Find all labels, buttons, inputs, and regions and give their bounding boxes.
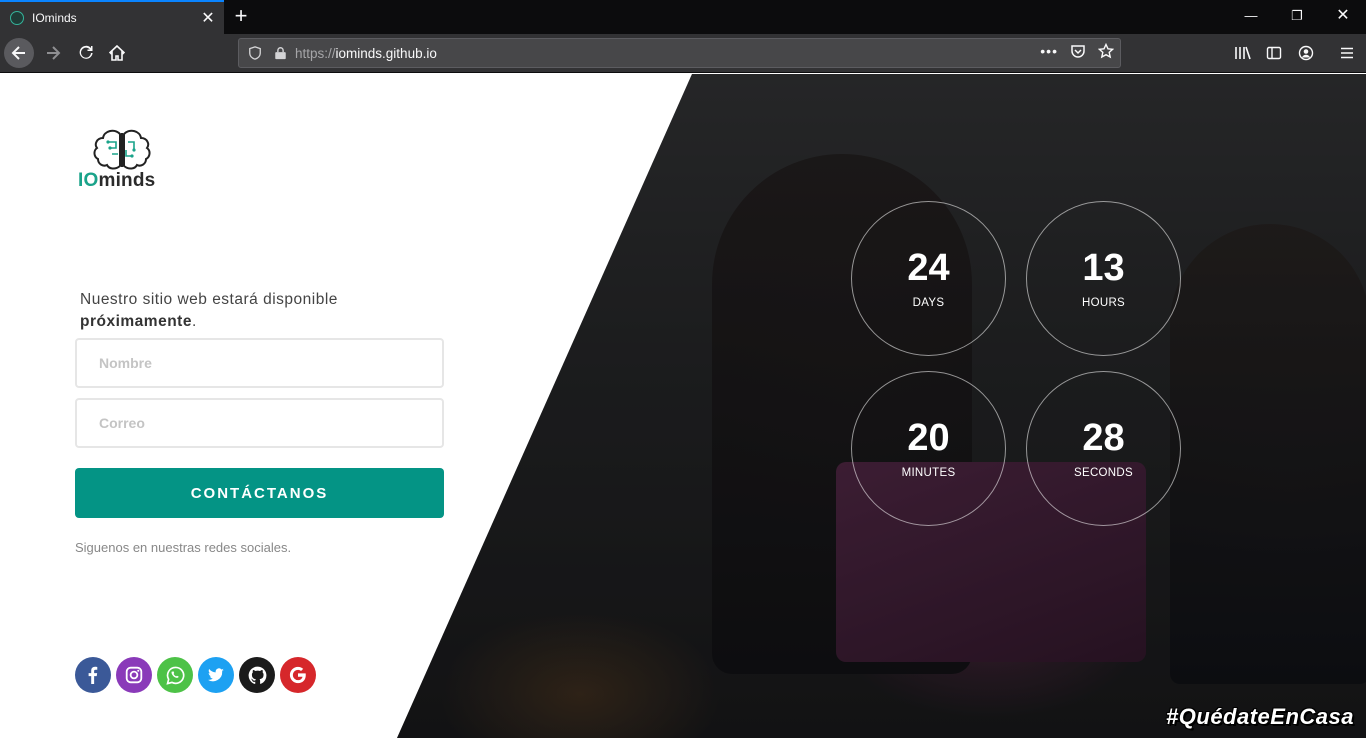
back-arrow-icon	[11, 46, 25, 60]
close-tab-icon[interactable]: ✕	[196, 8, 220, 28]
email-input[interactable]	[75, 398, 444, 448]
account-icon[interactable]	[1295, 42, 1317, 64]
close-window-icon[interactable]: ✕	[1320, 0, 1366, 32]
bookmark-star-icon[interactable]	[1098, 43, 1114, 59]
name-input[interactable]	[75, 338, 444, 388]
browser-tab[interactable]: IOminds ✕	[0, 0, 224, 34]
hours-value: 13	[1082, 247, 1125, 289]
site-favicon-icon	[10, 11, 24, 25]
social-links	[75, 657, 316, 693]
countdown-hours: 13 HOURS	[1026, 201, 1181, 356]
page-actions-icon[interactable]: •••	[1040, 43, 1058, 59]
seconds-label: SECONDS	[1074, 467, 1133, 479]
tab-title: IOminds	[32, 11, 77, 25]
url-text[interactable]: https://iominds.github.io	[295, 46, 437, 61]
back-button[interactable]	[4, 38, 34, 68]
forward-button[interactable]	[38, 38, 68, 68]
countdown-days: 24 DAYS	[851, 201, 1006, 356]
contact-button[interactable]: CONTÁCTANOS	[75, 468, 444, 518]
whatsapp-icon[interactable]	[157, 657, 193, 693]
home-icon	[109, 45, 125, 61]
days-value: 24	[907, 247, 950, 289]
coming-soon-tagline: Nuestro sitio web estará disponible próx…	[80, 291, 338, 330]
address-bar[interactable]: https://iominds.github.io •••	[238, 38, 1121, 68]
social-prompt-text: Siguenos en nuestras redes sociales.	[75, 540, 292, 555]
lock-icon[interactable]	[274, 46, 287, 60]
facebook-icon[interactable]	[75, 657, 111, 693]
tracking-shield-icon[interactable]	[248, 46, 262, 60]
minimize-icon[interactable]: —	[1228, 0, 1274, 32]
pocket-icon[interactable]	[1070, 43, 1086, 59]
web-page: IOminds Nuestro sitio web estará disponi…	[0, 74, 1366, 738]
reload-icon	[79, 45, 93, 59]
reload-button[interactable]	[71, 38, 101, 68]
twitter-icon[interactable]	[198, 657, 234, 693]
seconds-value: 28	[1082, 417, 1125, 459]
google-icon[interactable]	[280, 657, 316, 693]
minutes-label: MINUTES	[901, 467, 956, 479]
sidebar-icon[interactable]	[1263, 42, 1285, 64]
tab-bar: IOminds ✕ + — ❐ ✕	[0, 0, 1366, 34]
instagram-icon[interactable]	[116, 657, 152, 693]
library-icon[interactable]	[1232, 42, 1254, 64]
minutes-value: 20	[907, 417, 950, 459]
menu-icon[interactable]	[1336, 42, 1358, 64]
days-label: DAYS	[912, 297, 945, 309]
hashtag-overlay: #QuédateEnCasa	[1166, 704, 1354, 729]
url-actions: •••	[1040, 43, 1114, 59]
github-icon[interactable]	[239, 657, 275, 693]
countdown-minutes: 20 MINUTES	[851, 371, 1006, 526]
restore-icon[interactable]: ❐	[1274, 0, 1320, 32]
hours-label: HOURS	[1081, 297, 1126, 309]
countdown-timer: 24 DAYS 13 HOURS 20 MINUTES 28 SECONDS	[851, 201, 1181, 526]
navigation-toolbar: https://iominds.github.io •••	[0, 34, 1366, 73]
forward-arrow-icon	[47, 46, 61, 60]
countdown-seconds: 28 SECONDS	[1026, 371, 1181, 526]
home-button[interactable]	[102, 38, 132, 68]
logo-wordmark: IOminds	[78, 170, 156, 191]
new-tab-icon[interactable]: +	[230, 3, 252, 29]
